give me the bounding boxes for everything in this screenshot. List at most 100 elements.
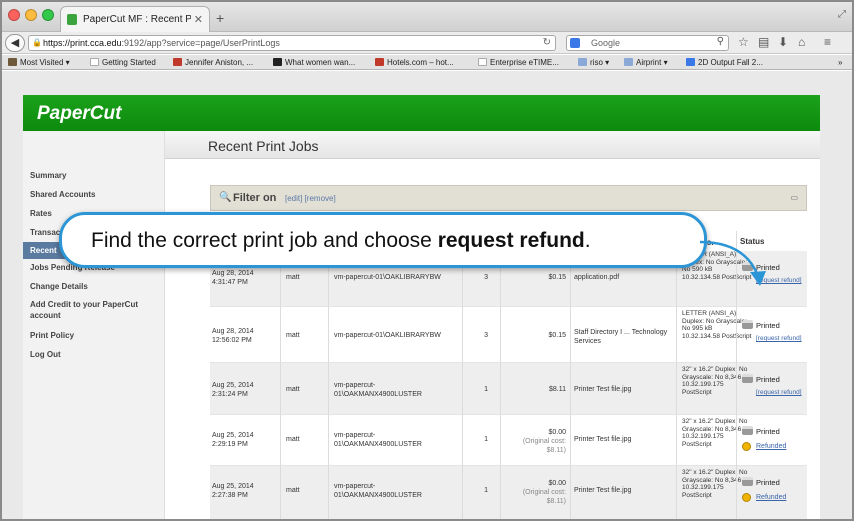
job-cost: $0.00 [548,429,566,436]
job-pages: 3 [484,332,488,339]
close-window-button[interactable] [8,9,20,21]
original-cost-note: (Original cost: $8.11) [522,489,566,505]
instruction-callout: Find the correct print job and choose re… [59,212,707,268]
tab-close-icon[interactable]: ✕ [194,13,203,26]
table-row: Aug 25, 2014 2:31:24 PM matt vm-papercut… [210,363,807,415]
url-bar[interactable]: 🔒 https://print.cca.edu:9192/app?service… [28,35,556,51]
search-icon[interactable]: ⚲ [717,36,724,47]
job-printer: vm-papercut-01\OAKMANX4900LUSTER [334,432,422,448]
bookmark-label: Getting Started [102,58,156,67]
bookmark-label: Enterprise eTIME... [490,58,559,67]
folder-icon [8,58,17,66]
url-host: https://print.cca.edu [43,38,122,48]
bookmarks-overflow-icon[interactable]: » [838,58,842,67]
column-divider [462,231,463,521]
collapse-icon[interactable]: ▭ [790,193,798,202]
job-printer: vm-papercut-01\OAKMANX4900LUSTER [334,382,422,398]
printer-icon [742,374,753,383]
search-bar[interactable]: Google ⚲ [566,35,729,51]
download-icon[interactable]: ⬇ [778,35,788,49]
refund-coin-icon [742,442,751,451]
job-pages: 1 [484,436,488,443]
hotels-icon [375,58,384,66]
job-document: Printer Test file.jpg [574,386,632,393]
sidebar-item-print-policy[interactable]: Print Policy [30,331,74,340]
page-icon [478,58,487,66]
job-printer: vm-papercut-01\OAKLIBRARYBW [334,274,441,281]
filter-panel[interactable]: 🔍 Filter on [edit] [remove] ▭ [210,185,807,211]
bookmark-item[interactable]: What women wan... [273,58,355,67]
sidebar: Summary Shared Accounts Rates Transac Re… [23,131,165,521]
minimize-window-button[interactable] [25,9,37,21]
request-refund-link[interactable]: [request refund] [742,389,802,396]
back-button[interactable]: ◀ [5,34,25,52]
sidebar-item-transactions[interactable]: Transac [30,228,60,237]
wp-icon [273,58,282,66]
refunded-link[interactable]: Refunded [756,493,786,502]
bookmark-item[interactable]: Getting Started [90,58,156,67]
job-cost: $0.15 [548,274,566,281]
status-text: Printed [756,375,780,384]
sidebar-item-add-credit[interactable]: Add Credit to your PaperCut account [30,299,150,321]
job-document: application.pdf [574,274,620,281]
column-divider [280,231,281,521]
job-pages: 1 [484,487,488,494]
title-bar: PaperCut MF : Recent Prin... ✕ + ⤢ [0,0,854,32]
bookmark-item[interactable]: Hotels.com – hot... [375,58,454,67]
bookmark-label: riso ▾ [590,58,610,67]
job-date: Aug 25, 2014 2:29:19 PM [212,432,254,448]
job-document: Staff Directory I ... Technology Service… [574,329,668,345]
page-title: Recent Print Jobs [208,138,319,154]
job-cost-cell: $0.00 (Original cost: $8.11) [510,428,566,455]
magnifier-icon: 🔍 [219,192,232,203]
url-path: :9192/app?service=page/UserPrintLogs [121,38,280,48]
table-row: Aug 25, 2014 2:27:38 PM matt vm-papercut… [210,466,807,521]
job-status: Printed [request refund] [742,320,802,342]
refunded-link[interactable]: Refunded [756,442,786,451]
papercut-favicon-icon [67,14,77,25]
bookmark-label: Airprint ▾ [636,58,668,67]
bookmark-star-icon[interactable]: ☆ [738,35,749,49]
job-user: matt [286,332,300,339]
toolbar-icons: ☆ ▤ ⬇ ⌂ ≡ [736,35,846,51]
bookmark-label: Hotels.com – hot... [387,58,454,67]
job-user: matt [286,487,300,494]
zoom-window-button[interactable] [42,9,54,21]
browser-tab[interactable]: PaperCut MF : Recent Prin... ✕ [60,6,210,32]
home-icon[interactable]: ⌂ [798,35,805,49]
table-row: Aug 28, 2014 12:56:02 PM matt vm-papercu… [210,307,807,363]
status-text: Printed [756,321,780,330]
sidebar-item-summary[interactable]: Summary [30,171,66,180]
refund-coin-icon [742,493,751,502]
job-pages: 3 [484,274,488,281]
bookmark-item[interactable]: 2D Output Fall 2... [686,58,763,67]
filter-edit-remove-links[interactable]: [edit] [remove] [285,194,336,203]
bookmark-item[interactable]: Jennifer Aniston, ... [173,58,253,67]
search-placeholder: Google [591,38,621,48]
sidebar-item-change-details[interactable]: Change Details [30,282,88,291]
tab-title: PaperCut MF : Recent Prin... [83,14,191,25]
job-status: Printed [request refund] [742,374,802,396]
bookmark-item[interactable]: Most Visited ▾ [8,58,70,67]
sidebar-item-shared-accounts[interactable]: Shared Accounts [30,190,96,199]
printer-icon [742,426,753,435]
sidebar-item-rates[interactable]: Rates [30,209,52,218]
new-tab-button[interactable]: + [216,10,224,26]
google-engine-icon[interactable] [570,38,580,48]
fullscreen-icon[interactable]: ⤢ [838,9,846,20]
bookmark-item[interactable]: Airprint ▾ [624,58,668,67]
request-refund-link[interactable]: [request refund] [742,335,802,342]
papercut-app: PaperCut Summary Shared Accounts Rates T… [23,95,820,521]
reload-icon[interactable]: ↻ [543,37,551,48]
bookmark-item[interactable]: Enterprise eTIME... [478,58,559,67]
lock-icon: 🔒 [32,38,42,47]
bookmarks-bar: Most Visited ▾ Getting Started Jennifer … [0,55,854,70]
papercut-logo: PaperCut [37,103,122,124]
menu-icon[interactable]: ≡ [824,35,831,49]
sidebar-item-log-out[interactable]: Log Out [30,350,61,359]
job-date: Aug 28, 2014 4:31:47 PM [212,270,254,286]
bookmark-item[interactable]: riso ▾ [578,58,609,67]
column-divider [676,231,677,521]
bookmarks-menu-icon[interactable]: ▤ [758,35,769,49]
job-cost: $0.00 [548,480,566,487]
